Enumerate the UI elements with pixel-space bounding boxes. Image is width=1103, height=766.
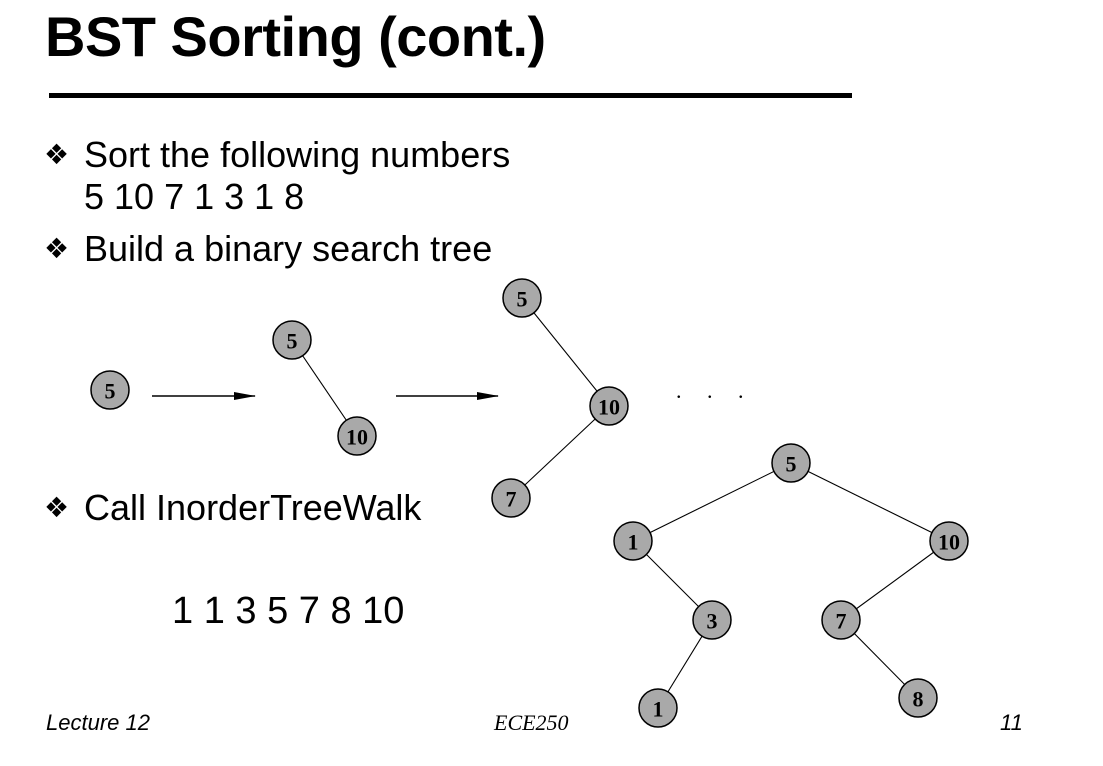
svg-text:10: 10 <box>598 395 620 420</box>
tree-edge <box>521 297 610 407</box>
tree-node: 7 <box>821 600 861 640</box>
svg-text:8: 8 <box>913 687 924 712</box>
svg-text:7: 7 <box>836 609 847 634</box>
svg-text:5: 5 <box>517 287 528 312</box>
tree-node: 1 <box>638 688 678 728</box>
footer-course: ECE250 <box>494 710 569 735</box>
tree-edge <box>790 462 950 542</box>
bst-diagram: 5 5 10 5 10 7 . . . 5 1 10 3 7 1 8 <box>90 278 969 728</box>
tree-node: 3 <box>692 600 732 640</box>
tree-node: 10 <box>929 521 969 561</box>
svg-text:1: 1 <box>628 530 639 555</box>
svg-text:5: 5 <box>287 329 298 354</box>
tree-node: 10 <box>337 416 377 456</box>
svg-text:1: 1 <box>653 697 664 722</box>
tree-node: 5 <box>90 370 130 410</box>
svg-text:5: 5 <box>786 452 797 477</box>
ellipsis: . . . <box>676 378 754 403</box>
svg-text:10: 10 <box>938 530 960 555</box>
svg-text:7: 7 <box>506 487 517 512</box>
tree-node: 8 <box>898 678 938 718</box>
tree-node: 1 <box>613 521 653 561</box>
tree-edge <box>840 540 950 621</box>
svg-text:3: 3 <box>707 609 718 634</box>
tree-node: 5 <box>502 278 542 318</box>
footer-lecture: Lecture 12 <box>46 710 150 735</box>
svg-text:10: 10 <box>346 425 368 450</box>
tree-node: 5 <box>771 443 811 483</box>
svg-text:5: 5 <box>105 379 116 404</box>
tree-edge <box>632 462 792 542</box>
tree-node: 7 <box>491 478 531 518</box>
tree-edge <box>510 405 610 499</box>
page-number: 11 <box>1000 710 1023 735</box>
tree-node: 5 <box>272 320 312 360</box>
tree-node: 10 <box>589 386 629 426</box>
